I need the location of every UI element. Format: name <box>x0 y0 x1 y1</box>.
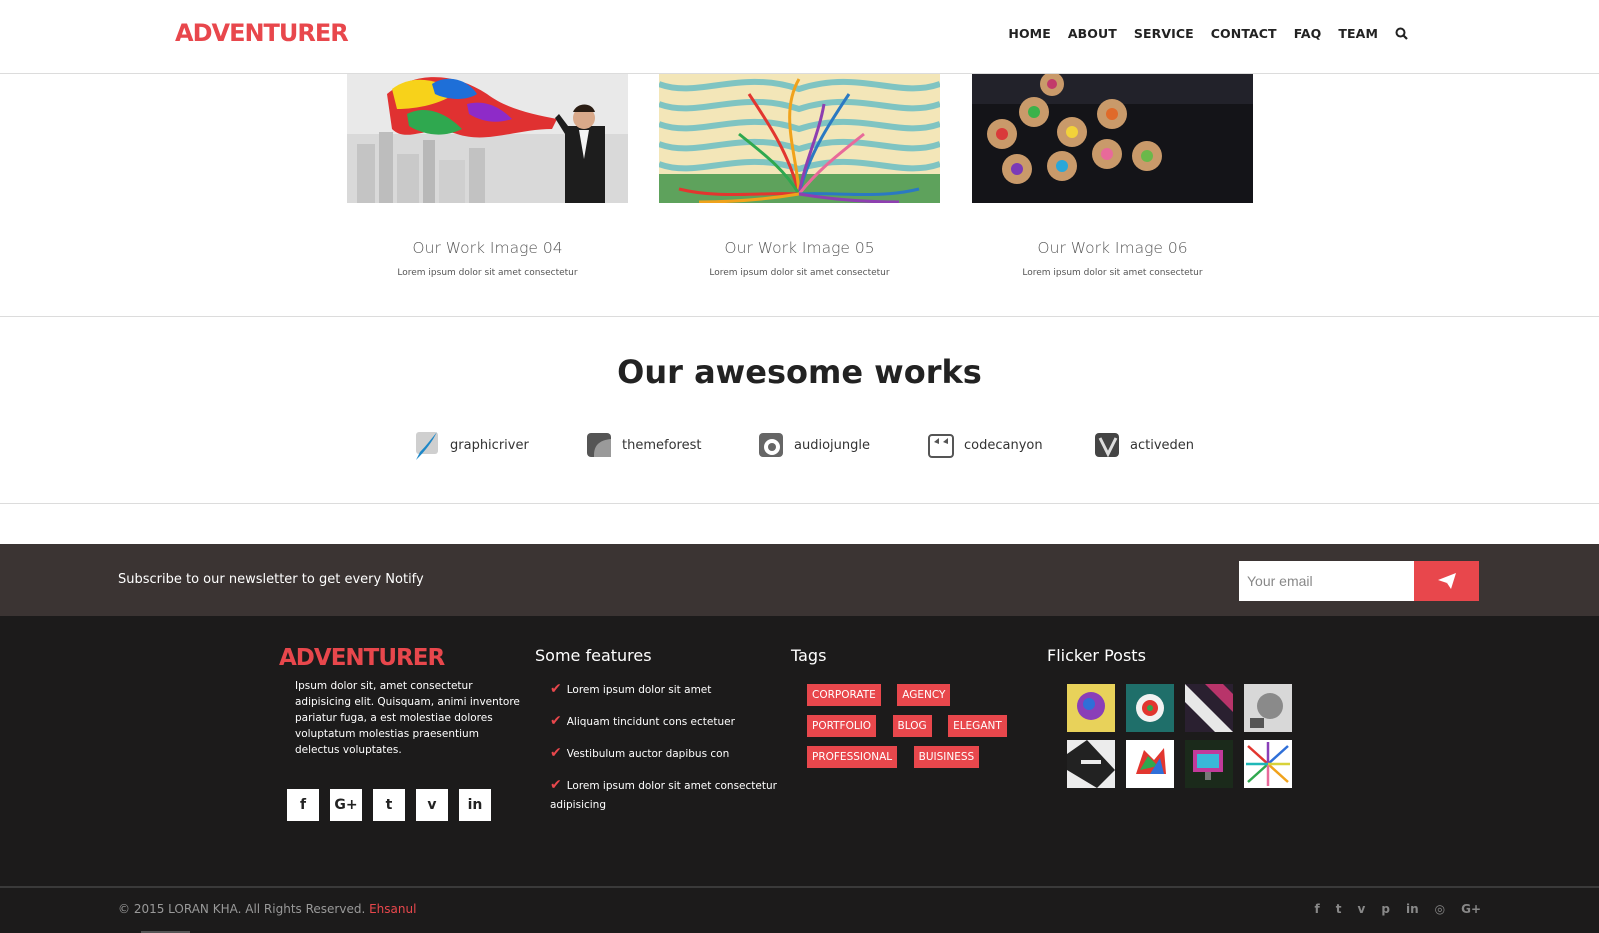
footer-about-text: Ipsum dolor sit, amet consectetur adipis… <box>295 680 520 756</box>
market-label: graphicriver <box>450 437 529 453</box>
tag[interactable]: CORPORATE <box>807 684 881 706</box>
marketplace-list: graphicriver themeforest audiojungle cod… <box>412 428 1194 468</box>
twitter-icon[interactable]: t <box>1336 902 1342 916</box>
site-logo[interactable]: ADVENTURER <box>175 19 349 47</box>
check-icon: ✔ <box>550 681 562 697</box>
work-desc: Lorem ipsum dolor sit amet consectetur <box>397 268 578 278</box>
nav-faq[interactable]: FAQ <box>1294 26 1322 41</box>
nav-team[interactable]: TEAM <box>1338 26 1378 41</box>
newsletter-text: Subscribe to our newsletter to get every… <box>118 572 424 587</box>
check-icon: ✔ <box>550 713 562 729</box>
nav-about[interactable]: ABOUT <box>1068 26 1117 41</box>
activeden-icon <box>1095 433 1119 458</box>
market-audiojungle[interactable]: audiojungle <box>756 428 870 462</box>
tags-cloud: CORPORATE AGENCY PORTFOLIO BLOG ELEGANT … <box>807 684 1042 777</box>
linkedin-icon[interactable]: in <box>459 789 491 821</box>
work-image-06[interactable] <box>972 74 1253 203</box>
market-label: codecanyon <box>964 437 1043 453</box>
check-icon: ✔ <box>550 777 562 793</box>
flickr-post[interactable] <box>1244 684 1292 732</box>
features-list: ✔ Lorem ipsum dolor sit amet ✔ Aliquam tin… <box>550 680 780 827</box>
bottom-social-links: f t v p in ◎ G+ <box>1299 902 1481 916</box>
work-title: Our Work Image 04 <box>412 239 563 257</box>
tags-title: Tags <box>791 646 827 665</box>
work-title: Our Work Image 06 <box>1037 239 1188 257</box>
flickr-post[interactable] <box>1244 740 1292 788</box>
newsletter-bar: Subscribe to our newsletter to get every… <box>0 544 1599 616</box>
tag[interactable]: BUISINESS <box>913 746 980 768</box>
section-divider <box>0 316 1599 317</box>
tag[interactable]: BLOG <box>892 715 932 737</box>
awesome-works-title: Our awesome works <box>617 353 982 391</box>
author-link[interactable]: Ehsanul <box>369 902 416 916</box>
site-header: ADVENTURER HOME ABOUT SERVICE CONTACT FA… <box>0 0 1599 74</box>
market-label: themeforest <box>622 437 702 453</box>
flickr-post[interactable] <box>1126 684 1174 732</box>
vimeo-icon[interactable]: v <box>416 789 448 821</box>
work-item[interactable]: Our Work Image 05 Lorem ipsum dolor sit … <box>659 74 940 278</box>
section-divider <box>0 503 1599 504</box>
work-desc: Lorem ipsum dolor sit amet consectetur <box>1022 268 1203 278</box>
facebook-icon[interactable]: f <box>1315 902 1320 916</box>
work-image-04[interactable] <box>347 74 628 203</box>
graphicriver-icon <box>416 432 438 460</box>
newsletter-submit-button[interactable] <box>1414 561 1479 601</box>
feature-item: ✔ Vestibulum auctor dapibus con <box>550 745 730 761</box>
work-item[interactable]: Our Work Image 06 Lorem ipsum dolor sit … <box>972 74 1253 278</box>
features-title: Some features <box>535 646 652 665</box>
market-label: activeden <box>1130 437 1195 453</box>
google-plus-icon[interactable]: G+ <box>330 789 362 821</box>
nav-home[interactable]: HOME <box>1008 26 1050 41</box>
feature-item: ✔ Lorem ipsum dolor sit amet <box>550 681 712 697</box>
flickr-post[interactable] <box>1185 740 1233 788</box>
paper-plane-icon <box>1437 573 1456 589</box>
work-title: Our Work Image 05 <box>724 239 875 257</box>
codecanyon-icon <box>928 434 954 458</box>
flickr-post[interactable] <box>1185 684 1233 732</box>
footer-bottom-bar: © 2015 LORAN KHA. All Rights Reserved. E… <box>0 886 1599 933</box>
tag[interactable]: PROFESSIONAL <box>807 746 898 768</box>
market-activeden[interactable]: activeden <box>1092 428 1194 462</box>
twitter-icon[interactable]: t <box>373 789 405 821</box>
tag[interactable]: ELEGANT <box>948 715 1007 737</box>
flickr-post[interactable] <box>1067 684 1115 732</box>
market-label: audiojungle <box>794 437 870 453</box>
vimeo-icon[interactable]: v <box>1358 902 1366 916</box>
market-graphicriver[interactable]: graphicriver <box>412 428 529 462</box>
work-item[interactable]: Our Work Image 04 Lorem ipsum dolor sit … <box>347 74 628 278</box>
flickr-grid <box>1067 684 1307 788</box>
google-plus-icon[interactable]: G+ <box>1461 902 1481 916</box>
main-nav: HOME ABOUT SERVICE CONTACT FAQ TEAM <box>991 26 1409 41</box>
feature-item: ✔ Lorem ipsum dolor sit amet consectetur … <box>550 777 777 811</box>
tag[interactable]: PORTFOLIO <box>807 715 877 737</box>
check-icon: ✔ <box>550 745 562 761</box>
themeforest-icon <box>587 433 611 457</box>
market-themeforest[interactable]: themeforest <box>584 428 701 462</box>
pinterest-icon[interactable]: p <box>1381 902 1390 916</box>
audiojungle-icon <box>759 433 783 457</box>
work-image-05[interactable] <box>659 74 940 203</box>
dribbble-icon[interactable]: ◎ <box>1435 902 1445 916</box>
work-desc: Lorem ipsum dolor sit amet consectetur <box>709 268 890 278</box>
facebook-icon[interactable]: f <box>287 789 319 821</box>
footer-logo[interactable]: ADVENTURER <box>279 645 445 671</box>
search-icon[interactable] <box>1395 27 1409 41</box>
nav-contact[interactable]: CONTACT <box>1211 26 1277 41</box>
market-codecanyon[interactable]: codecanyon <box>926 428 1043 462</box>
feature-item: ✔ Aliquam tincidunt cons ectetuer <box>550 713 735 729</box>
linkedin-icon[interactable]: in <box>1406 902 1419 916</box>
newsletter-email-input[interactable] <box>1239 561 1414 601</box>
flickr-post[interactable] <box>1126 740 1174 788</box>
tag[interactable]: AGENCY <box>897 684 951 706</box>
site-footer: ADVENTURER Ipsum dolor sit, amet consect… <box>0 616 1599 886</box>
flickr-post[interactable] <box>1067 740 1115 788</box>
nav-service[interactable]: SERVICE <box>1134 26 1194 41</box>
copyright-text: © 2015 LORAN KHA. All Rights Reserved. E… <box>118 902 417 916</box>
flickr-title: Flicker Posts <box>1047 646 1146 665</box>
footer-social-links: f G+ t v in <box>287 789 502 821</box>
